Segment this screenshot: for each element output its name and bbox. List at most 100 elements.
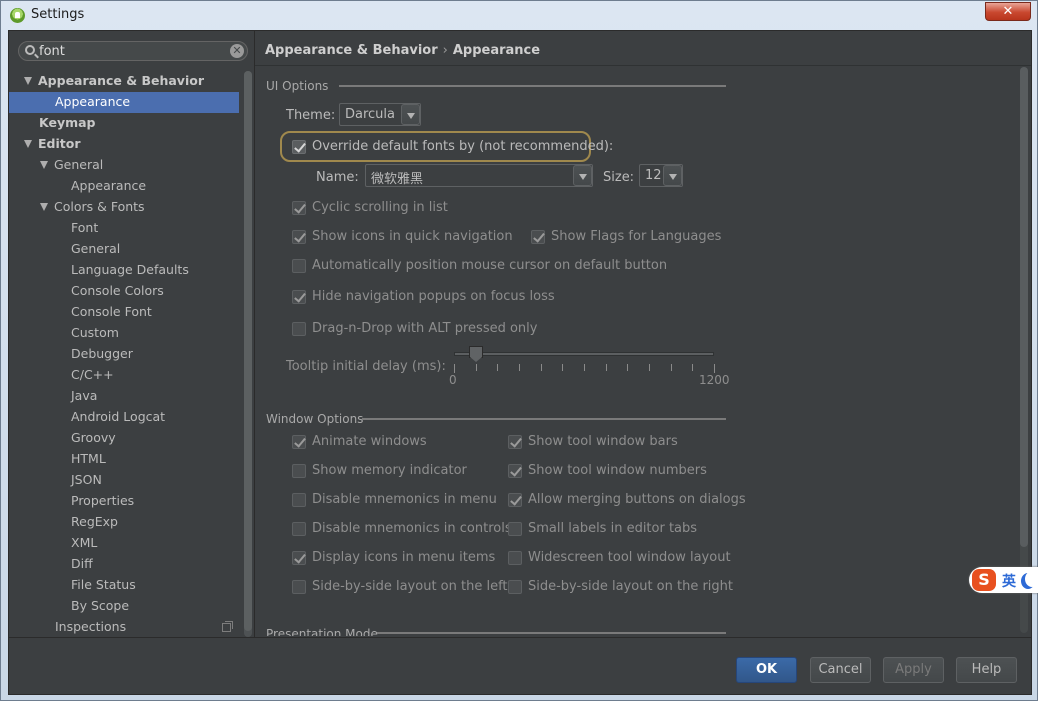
tree-item[interactable]: Groovy: [71, 428, 116, 449]
slider-tick: [476, 364, 477, 371]
font-name-dropdown-icon[interactable]: [573, 165, 592, 186]
tree-item[interactable]: Console Colors: [71, 281, 164, 302]
tree-item[interactable]: RegExp: [71, 512, 118, 533]
window-option-checkbox-box[interactable]: [292, 464, 306, 478]
settings-window: Settings ✕ ✕ Appearance & BehaviorAppear…: [0, 0, 1038, 701]
presentation-mode-separator: [377, 632, 726, 634]
window-options-title: Window Options: [266, 412, 364, 426]
window-option-checkbox-box[interactable]: [508, 493, 522, 507]
content-scrollbar[interactable]: [1020, 67, 1028, 633]
window-option-checkbox-box[interactable]: [292, 580, 306, 594]
expand-arrow-icon[interactable]: [24, 140, 32, 148]
breadcrumb: Appearance & Behavior › Appearance: [265, 43, 540, 58]
show-flags-checkbox-box[interactable]: [531, 230, 545, 244]
tree-item[interactable]: Appearance: [9, 92, 239, 113]
search-input[interactable]: [39, 43, 219, 59]
search-field[interactable]: ✕: [18, 41, 248, 61]
tree-item[interactable]: Diff: [71, 554, 93, 575]
ui-options-title: UI Options: [266, 79, 329, 93]
font-name-label: Name:: [316, 170, 359, 185]
slider-tick: [649, 364, 650, 371]
cancel-button[interactable]: Cancel: [810, 657, 871, 683]
content-scrollbar-thumb[interactable]: [1020, 67, 1028, 547]
expand-arrow-icon[interactable]: [24, 77, 32, 85]
tree-item[interactable]: Console Font: [71, 302, 152, 323]
expand-arrow-icon[interactable]: [40, 161, 48, 169]
ime-toolbar[interactable]: S 英: [969, 567, 1038, 593]
window-options-separator: [362, 418, 726, 420]
font-name-combo[interactable]: 微软雅黑: [365, 164, 593, 187]
tree-item[interactable]: HTML: [71, 449, 106, 470]
window-option-label: Disable mnemonics in controls: [312, 521, 512, 536]
auto-position-mouse-checkbox-box[interactable]: [292, 259, 306, 273]
breadcrumb-parent: Appearance & Behavior: [265, 43, 438, 58]
font-size-dropdown-icon[interactable]: [663, 165, 682, 186]
theme-dropdown-icon[interactable]: [401, 104, 420, 125]
expand-arrow-icon[interactable]: [40, 203, 48, 211]
tree-item[interactable]: Colors & Fonts: [40, 197, 145, 218]
tooltip-delay-slider-thumb[interactable]: [469, 346, 483, 362]
tree-item[interactable]: Debugger: [71, 344, 133, 365]
tree-item[interactable]: Java: [71, 386, 97, 407]
settings-tree: Appearance & Behavior Appearance Keymap Edi…: [9, 71, 241, 637]
window-option-checkbox-box[interactable]: [508, 580, 522, 594]
moon-icon[interactable]: [1025, 571, 1038, 587]
ok-button[interactable]: OK: [736, 657, 797, 683]
hide-nav-popups-checkbox-box[interactable]: [292, 290, 306, 304]
tree-item-label: Custom: [71, 325, 119, 340]
window-option-checkbox-box[interactable]: [292, 551, 306, 565]
tree-item[interactable]: Keymap: [39, 113, 96, 134]
help-button[interactable]: Help: [956, 657, 1017, 683]
tree-item[interactable]: Editor: [24, 134, 81, 155]
tree-item[interactable]: Font: [71, 218, 98, 239]
window-option-checkbox-box[interactable]: [292, 435, 306, 449]
tree-item[interactable]: General: [71, 239, 120, 260]
window-option-checkbox-box[interactable]: [508, 551, 522, 565]
tree-item[interactable]: Inspections: [55, 617, 126, 637]
override-fonts-checkbox-box[interactable]: [292, 140, 306, 154]
tree-item[interactable]: General: [40, 155, 103, 176]
pane-divider[interactable]: [254, 31, 255, 637]
tree-item[interactable]: Custom: [71, 323, 119, 344]
tree-item-label: Colors & Fonts: [54, 199, 145, 214]
tree-scrollbar-thumb[interactable]: [244, 71, 252, 631]
window-option-checkbox-box[interactable]: [292, 522, 306, 536]
window-option-checkbox-box[interactable]: [508, 464, 522, 478]
theme-combo[interactable]: Darcula: [339, 103, 421, 126]
tooltip-delay-slider-track[interactable]: [454, 352, 714, 356]
window-option-label: Display icons in menu items: [312, 550, 496, 565]
tree-item-label: Inspections: [55, 619, 127, 634]
window-option-checkbox-box[interactable]: [508, 522, 522, 536]
tree-item[interactable]: Properties: [71, 491, 134, 512]
tree-item-label: Android Logcat: [71, 409, 166, 424]
font-size-combo[interactable]: 12: [639, 164, 683, 187]
slider-tick: [519, 364, 520, 371]
cyclic-scrolling-checkbox-box[interactable]: [292, 201, 306, 215]
title-bar[interactable]: Settings ✕: [1, 1, 1037, 30]
tree-item[interactable]: Language Defaults: [71, 260, 189, 281]
window-option-checkbox-box[interactable]: [508, 435, 522, 449]
window-option-checkbox-box[interactable]: [292, 493, 306, 507]
close-button[interactable]: ✕: [985, 2, 1031, 21]
show-icons-quick-nav-checkbox-box[interactable]: [292, 230, 306, 244]
clear-search-icon[interactable]: ✕: [230, 44, 244, 58]
tree-item[interactable]: C/C++: [71, 365, 114, 386]
tree-item-label: Editor: [38, 136, 81, 151]
tree-item-label: Font: [71, 220, 99, 235]
auto-position-mouse-label: Automatically position mouse cursor on d…: [312, 258, 668, 273]
tree-scrollbar[interactable]: [244, 71, 252, 637]
apply-button[interactable]: Apply: [883, 657, 944, 683]
tree-item-label: C/C++: [71, 367, 114, 382]
tree-item[interactable]: By Scope: [71, 596, 129, 617]
drag-n-drop-alt-checkbox-box[interactable]: [292, 322, 306, 336]
tree-item[interactable]: XML: [71, 533, 97, 554]
tree-item[interactable]: Appearance & Behavior: [24, 71, 204, 92]
tree-item[interactable]: Android Logcat: [71, 407, 165, 428]
slider-tick: [454, 364, 455, 373]
window-option-label: Show memory indicator: [312, 463, 467, 478]
tree-item-label: File Status: [71, 577, 136, 592]
tree-item[interactable]: File Status: [71, 575, 136, 596]
tree-item[interactable]: Appearance: [71, 176, 146, 197]
tree-item[interactable]: JSON: [71, 470, 102, 491]
ime-mode-label[interactable]: 英: [1002, 571, 1016, 591]
